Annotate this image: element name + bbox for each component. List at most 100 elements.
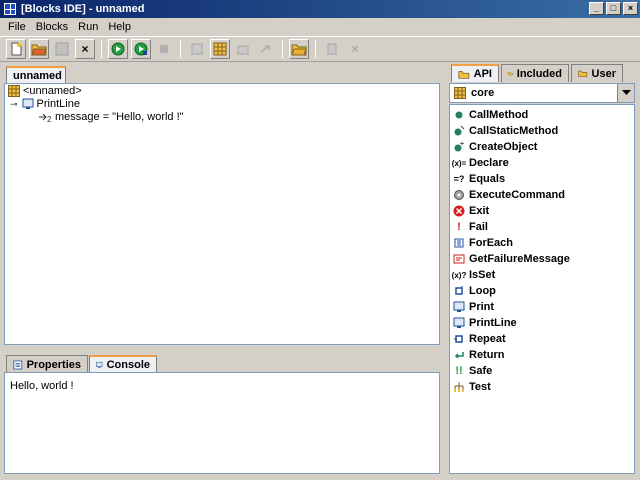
call-static-method-icon [453,125,465,137]
window-title: [Blocks IDE] - unnamed [21,3,145,15]
open-folder-icon [291,44,307,56]
menu-help[interactable]: Help [103,21,136,33]
exit-icon [453,205,465,217]
folder-icon [578,70,588,77]
list-item[interactable]: Test [450,379,491,395]
title-bar: [Blocks IDE] - unnamed _ □ × [0,0,640,18]
tab-user[interactable]: User [571,64,623,82]
equals-icon: =? [453,174,465,184]
chevron-down-icon[interactable] [617,84,634,102]
horizontal-splitter[interactable] [4,346,440,352]
tab-console[interactable]: Console [89,355,157,373]
arrow-icon [260,45,270,53]
list-item[interactable]: (x)= Declare [450,155,509,171]
list-item[interactable]: CallMethod [450,107,528,123]
stop-button[interactable] [154,39,174,59]
tab-properties[interactable]: Properties [6,355,88,373]
window-controls: _ □ × [589,2,638,15]
tree-param-label: message = "Hello, world !" [55,111,184,123]
grid-block-icon [454,87,466,99]
app-icon [4,3,16,15]
test-icon [453,381,465,393]
library-select-value: core [471,87,495,99]
list-item[interactable]: Loop [450,283,496,299]
list-item[interactable]: Repeat [450,331,506,347]
toolbar-separator [180,40,181,58]
open-folder-icon [31,44,47,56]
monitor-icon [22,98,34,109]
open-library-button[interactable] [289,39,309,59]
folder-icon [508,72,513,76]
list-item[interactable]: (x)? IsSet [450,267,496,283]
menu-blocks[interactable]: Blocks [31,21,73,33]
folder-icon [458,70,470,79]
toolbar: × × [0,36,640,62]
tree-root[interactable]: <unnamed> [8,85,82,97]
new-file-button[interactable] [6,39,26,59]
tab-label: User [591,67,616,80]
list-item[interactable]: PrintLine [450,315,517,331]
grid-block-icon [8,85,20,97]
monitor-icon [453,301,465,313]
repeat-icon [453,333,465,345]
list-item[interactable]: CallStaticMethod [450,123,558,139]
tree-item-label: PrintLine [36,98,80,110]
svg-text:+: + [460,141,464,148]
vertical-splitter[interactable] [441,62,447,476]
block-tool-button-1[interactable] [187,39,207,59]
list-item[interactable]: Print [450,299,494,315]
menu-run[interactable]: Run [73,21,103,33]
loop-icon [453,285,465,297]
menu-bar: File Blocks Run Help [0,18,640,36]
open-file-button[interactable] [29,39,49,59]
list-item[interactable]: GetFailureMessage [450,251,570,267]
monitor-icon [96,361,103,368]
gear-icon [453,189,465,201]
return-icon [453,349,465,361]
new-file-icon [11,42,22,56]
block-tool-button-3[interactable] [233,39,253,59]
list-item[interactable]: ExecuteCommand [450,187,565,203]
tab-unnamed[interactable]: unnamed [6,66,66,84]
close-icon[interactable]: × [623,2,638,15]
expand-toggle-icon[interactable]: ⊸ [10,99,18,110]
tab-label: Included [516,67,562,80]
save-button[interactable] [52,39,72,59]
tab-api[interactable]: API [451,64,499,82]
parameter-icon: 2 [39,113,52,123]
minimize-icon[interactable]: _ [589,2,604,15]
message-icon [453,253,465,265]
list-item[interactable]: ForEach [450,235,513,251]
list-item[interactable]: =? Equals [450,171,505,187]
tab-label: Properties [26,358,81,371]
tree-item-param[interactable]: 2 message = "Hello, world !" [38,111,184,123]
list-item[interactable]: Return [450,347,504,363]
api-list: CallMethod CallStaticMethod + CreateObje… [449,104,635,474]
library-select[interactable]: core [449,83,635,103]
maximize-icon[interactable]: □ [606,2,621,15]
tab-included[interactable]: Included [501,64,569,82]
list-item[interactable]: + CreateObject [450,139,537,155]
toolbar-separator [315,40,316,58]
x-icon: × [351,42,359,56]
safe-icon: !! [455,365,463,377]
menu-file[interactable]: File [3,21,31,33]
debug-run-button[interactable] [131,39,151,59]
create-object-icon: + [453,141,465,153]
toolbar-separator [101,40,102,58]
block-icon [237,45,249,55]
tree-item-printline[interactable]: ⊸ PrintLine [10,98,80,110]
save-icon [55,42,69,56]
close-file-button[interactable]: × [75,39,95,59]
list-item[interactable]: ! Fail [450,219,488,235]
exclamation-icon: ! [457,221,461,233]
block-tool-button-4[interactable] [256,39,276,59]
delete-block-button[interactable]: × [345,39,365,59]
run-button[interactable] [108,39,128,59]
tree-root-label: <unnamed> [23,85,82,97]
list-item[interactable]: !! Safe [450,363,492,379]
block-tool-button-2[interactable] [210,39,230,59]
block-tool-button-5[interactable] [322,39,342,59]
list-item[interactable]: Exit [450,203,489,219]
svg-text:2: 2 [47,115,52,123]
